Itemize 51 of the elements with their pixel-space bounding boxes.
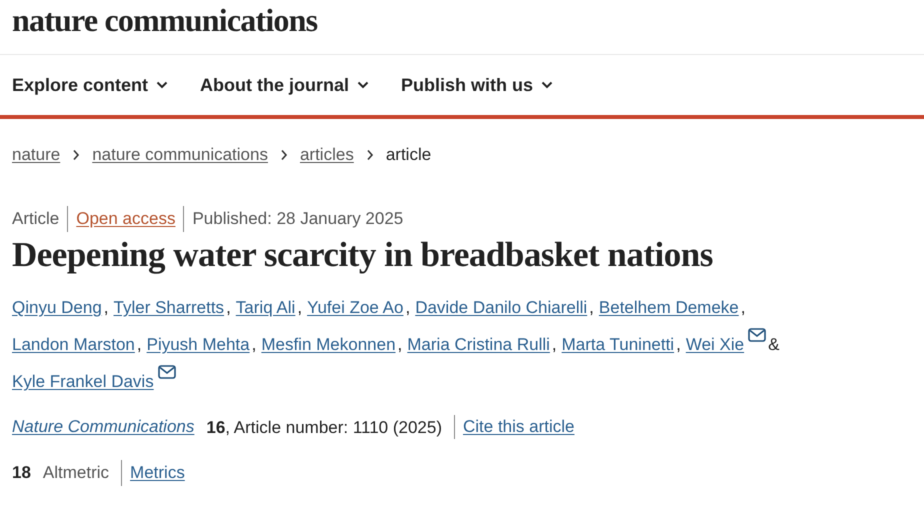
author-separator: ,	[676, 335, 681, 354]
author-link[interactable]: Maria Cristina Rulli	[407, 335, 550, 354]
author-link[interactable]: Piyush Mehta	[146, 335, 250, 354]
author-separator: ,	[136, 335, 142, 354]
chevron-right-icon	[280, 149, 288, 161]
author-link[interactable]: Marta Tuninetti	[562, 335, 674, 354]
nav-menu-button[interactable]: Publish with us	[401, 72, 554, 98]
journal-link[interactable]: Nature Communications	[12, 414, 202, 440]
open-access-link[interactable]: Open access	[68, 206, 184, 232]
mail-icon[interactable]	[158, 365, 176, 379]
author-link[interactable]: Yufei Zoe Ao	[307, 298, 404, 317]
author-separator: ,	[226, 298, 231, 317]
author-separator: ,	[252, 335, 256, 354]
breadcrumb-current: article	[386, 144, 432, 166]
chevron-down-icon	[357, 81, 370, 89]
cite-link[interactable]: Cite this article	[455, 414, 574, 440]
breadcrumb-link[interactable]: nature	[12, 142, 60, 168]
author-separator: ,	[297, 298, 302, 317]
author-link[interactable]: Kyle Frankel Davis	[12, 372, 154, 391]
author-link[interactable]: Tariq Ali	[236, 298, 296, 317]
chevron-down-icon	[541, 81, 554, 89]
author-link[interactable]: Tyler Sharretts	[114, 298, 224, 317]
altmetric-score: 18	[12, 462, 31, 484]
author-separator: ,	[740, 298, 746, 317]
breadcrumb-link[interactable]: nature communications	[92, 142, 268, 168]
author-separator: ,	[589, 298, 594, 317]
chevron-right-icon	[72, 149, 80, 161]
author-link[interactable]: Davide Danilo Chiarelli	[415, 298, 588, 317]
mail-icon[interactable]	[748, 328, 766, 342]
citation-text: 16, Article number: 1110 (2025)	[206, 415, 455, 439]
author-link[interactable]: Betelhem Demeke	[598, 298, 739, 317]
author-link[interactable]: Qinyu Deng	[12, 298, 102, 317]
chevron-right-icon	[366, 149, 374, 161]
author-separator: &	[768, 335, 780, 354]
published-date: Published: 28 January 2025	[191, 208, 404, 230]
article-type: Article	[12, 206, 68, 232]
site-logo[interactable]: nature communications	[12, 0, 318, 40]
metrics-link[interactable]: Metrics	[122, 460, 185, 486]
author-link[interactable]: Wei Xie	[686, 335, 744, 354]
author-link[interactable]: Mesfin Mekonnen	[261, 335, 396, 354]
chevron-down-icon	[156, 81, 168, 89]
breadcrumb-link[interactable]: articles	[300, 142, 354, 168]
author-separator: ,	[398, 335, 402, 354]
altmetric-label: Altmetric	[42, 460, 122, 486]
author-separator: ,	[104, 298, 109, 317]
author-link[interactable]: Landon Marston	[12, 335, 135, 354]
nav-menu-button[interactable]: Explore content	[12, 72, 168, 98]
article-title: Deepening water scarcity in breadbasket nations	[11, 234, 714, 276]
nav-menu-button[interactable]: About the journal	[200, 72, 370, 98]
author-separator: ,	[405, 298, 410, 317]
author-separator: ,	[552, 335, 557, 354]
